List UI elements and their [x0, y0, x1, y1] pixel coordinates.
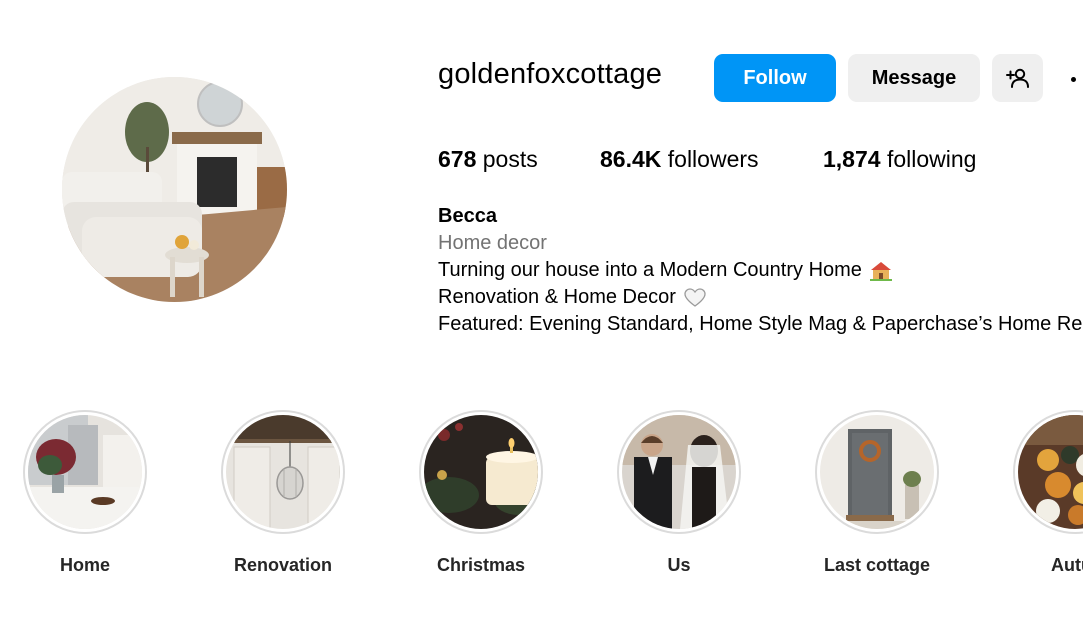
- highlight-renovation-image: [226, 415, 340, 529]
- house-emoji-icon: [869, 261, 892, 281]
- posts-stat: 678 posts: [438, 146, 538, 173]
- bio-line-2: Renovation & Home Decor: [438, 284, 1082, 311]
- bio-line-2-text: Renovation & Home Decor: [438, 286, 676, 308]
- following-stat[interactable]: 1,874 following: [823, 146, 976, 173]
- white-heart-emoji-icon: [684, 287, 706, 308]
- bio-line-1-text: Turning our house into a Modern Country …: [438, 259, 862, 281]
- highlight-us-image: [622, 415, 736, 529]
- more-options-icon: [1071, 76, 1076, 82]
- highlight-label: Christmas: [436, 555, 526, 575]
- profile-username: goldenfoxcottage: [438, 58, 663, 90]
- posts-label: posts: [482, 146, 538, 172]
- posts-count: 678: [438, 146, 477, 172]
- highlight-ring: [419, 410, 543, 534]
- following-count: 1,874: [823, 146, 881, 172]
- highlight-label: Last cottage: [823, 555, 931, 575]
- highlight-christmas[interactable]: Christmas: [396, 410, 566, 576]
- following-label: following: [886, 146, 977, 172]
- avatar-living-room-image: [62, 77, 287, 302]
- bio-line-1: Turning our house into a Modern Country …: [438, 257, 1082, 284]
- highlight-autumn-image: [1018, 415, 1083, 529]
- highlight-label: Renovation: [233, 555, 332, 575]
- message-button[interactable]: Message: [848, 54, 980, 102]
- highlight-home[interactable]: Home: [0, 410, 170, 576]
- follow-button[interactable]: Follow: [714, 54, 836, 102]
- highlight-label: Autur: [1051, 555, 1083, 575]
- profile-page: goldenfoxcottage Follow Message 678 post…: [0, 0, 1083, 618]
- bio-name: Becca: [438, 205, 497, 227]
- highlight-autumn[interactable]: Autur: [990, 410, 1083, 576]
- highlight-last-cottage-image: [820, 415, 934, 529]
- highlight-ring: [23, 410, 147, 534]
- highlight-ring: [815, 410, 939, 534]
- highlight-renovation[interactable]: Renovation: [198, 410, 368, 576]
- highlight-home-image: [28, 415, 142, 529]
- highlight-ring: [221, 410, 345, 534]
- profile-bio: Becca Home decor Turning our house into …: [438, 203, 1082, 338]
- add-person-icon: [1005, 68, 1029, 88]
- followers-count: 86.4K: [600, 146, 662, 172]
- profile-avatar[interactable]: [62, 77, 287, 302]
- bio-category: Home decor: [438, 232, 547, 254]
- highlight-ring: [617, 410, 741, 534]
- suggested-accounts-button[interactable]: [992, 54, 1043, 102]
- highlight-label: Home: [59, 555, 110, 575]
- bio-line-3-text: Featured: Evening Standard, Home Style M…: [438, 313, 1083, 335]
- followers-stat[interactable]: 86.4K followers: [600, 146, 759, 173]
- followers-label: followers: [667, 146, 759, 172]
- more-options-button[interactable]: [1066, 62, 1083, 96]
- bio-line-3: Featured: Evening Standard, Home Style M…: [438, 311, 1082, 338]
- highlight-us[interactable]: Us: [594, 410, 764, 576]
- highlight-christmas-image: [424, 415, 538, 529]
- highlight-ring: [1013, 410, 1083, 534]
- highlight-label: Us: [667, 555, 691, 575]
- highlight-last-cottage[interactable]: Last cottage: [792, 410, 962, 576]
